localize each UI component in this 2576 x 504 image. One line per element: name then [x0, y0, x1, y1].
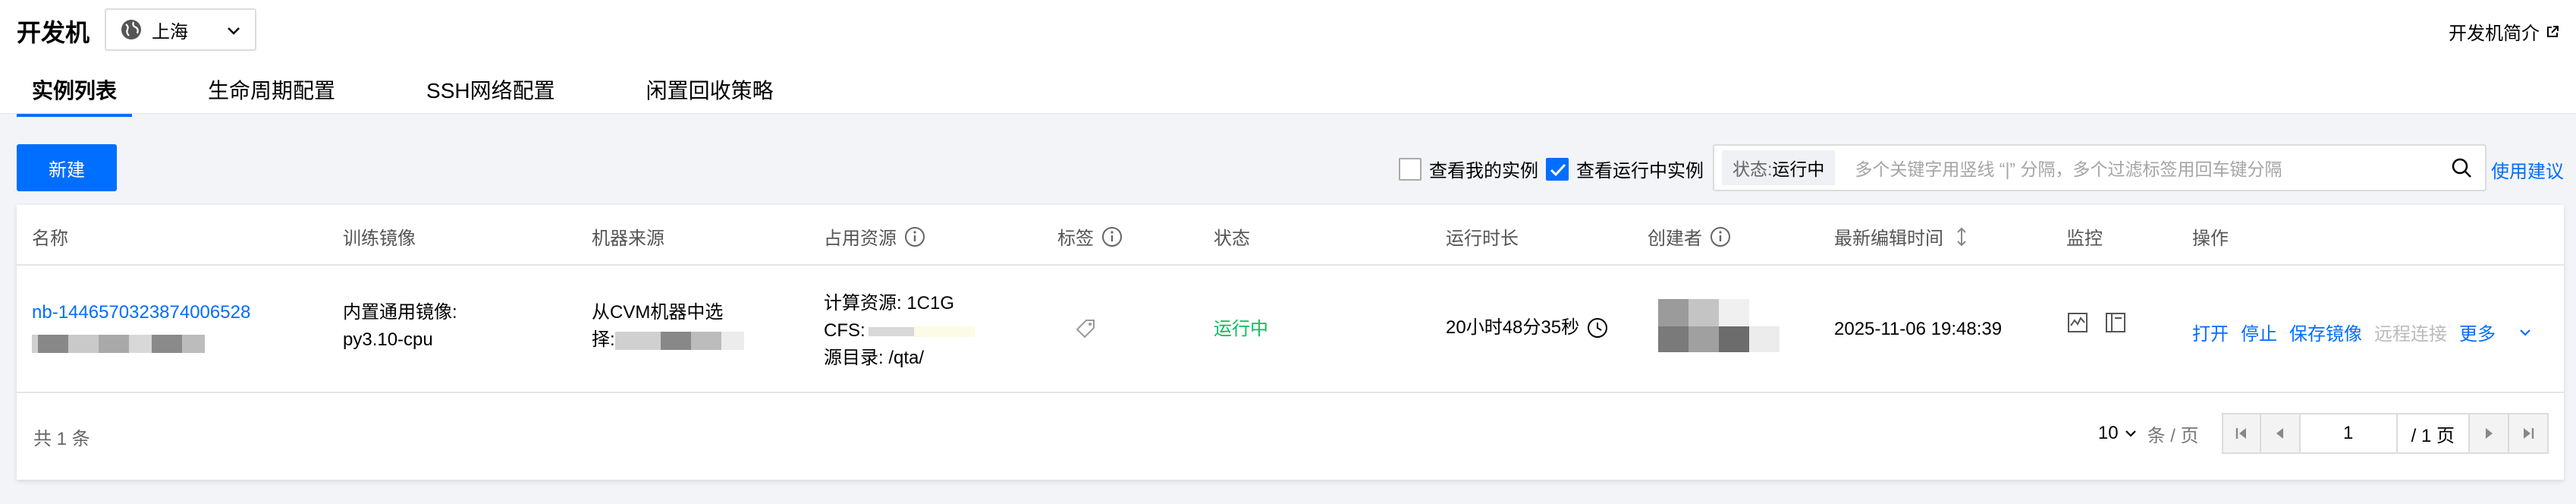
filter-tag-value: 运行中 — [1772, 159, 1825, 179]
first-page-button[interactable] — [2221, 413, 2261, 454]
column-header-monitor: 监控 — [2066, 228, 2103, 249]
column-header-status: 状态 — [1214, 228, 1250, 249]
page-size-unit: 条 / 页 — [2147, 425, 2199, 446]
instance-table: 名称 训练镜像 机器来源 占用资源 标签 状态 运行时长 创建者 最新编辑时间 … — [17, 205, 2564, 480]
toolbar: 新建 查看我的实例 查看运行中实例 状态: 运行中 多个关键字用竖线 “|” 分… — [17, 144, 2564, 191]
check-my-instances[interactable]: 查看我的实例 — [1399, 156, 1538, 182]
new-button[interactable]: 新建 — [17, 144, 117, 191]
remote-connect-action[interactable]: 远程连接 — [2374, 319, 2447, 345]
prev-page-icon — [2276, 428, 2283, 439]
column-header-source: 机器来源 — [592, 228, 664, 249]
tag-icon[interactable] — [1074, 317, 1097, 340]
intro-link[interactable]: 开发机简介 — [2449, 18, 2559, 45]
region-label: 上海 — [152, 21, 188, 43]
page-title: 开发机 — [17, 19, 90, 46]
info-icon[interactable] — [904, 226, 925, 247]
save-image-action[interactable]: 保存镜像 — [2289, 319, 2362, 345]
resource-cfs: CFS: — [824, 317, 975, 345]
table-header: 名称 训练镜像 机器来源 占用资源 标签 状态 运行时长 创建者 最新编辑时间 … — [17, 205, 2564, 266]
image-line2: py3.10-cpu — [343, 329, 433, 350]
next-page-icon — [2486, 428, 2493, 439]
stop-action[interactable]: 停止 — [2241, 319, 2277, 345]
external-link-icon — [2547, 25, 2559, 37]
chevron-down-icon — [2519, 329, 2530, 336]
check-running-instances[interactable]: 查看运行中实例 — [1546, 156, 1704, 182]
column-header-name: 名称 — [32, 228, 68, 249]
top-bar: 开发机 上海 开发机简介 实例列表 生命周期配置 SSH网络配置 闲置回收策略 — [0, 0, 2576, 117]
page-size-select[interactable]: 10 — [2098, 423, 2138, 444]
table-footer: 共 1 条 10 条 / 页 1 / 1 页 — [17, 393, 2564, 480]
page-total: / 1 页 — [2397, 413, 2470, 454]
filter-tag-key: 状态: — [1733, 159, 1773, 179]
column-header-duration: 运行时长 — [1446, 228, 1519, 249]
more-action-label: 更多 — [2459, 324, 2496, 345]
column-header-creator: 创建者 — [1648, 223, 1731, 250]
monitor-chart-icon[interactable] — [2066, 311, 2089, 334]
instance-name-link[interactable]: nb-1446570323874006528 — [32, 299, 250, 326]
tab-instance-list[interactable]: 实例列表 — [17, 74, 133, 117]
column-header-resources-label: 占用资源 — [824, 228, 897, 249]
table-row: nb-1446570323874006528 内置通用镜像: py3.10-cp… — [17, 266, 2564, 393]
creator-avatar-redacted — [1658, 299, 1787, 352]
tab-lifecycle-config[interactable]: 生命周期配置 — [193, 74, 350, 117]
tab-bar: 实例列表 生命周期配置 SSH网络配置 闲置回收策略 — [17, 74, 850, 117]
last-edited-time: 2025-11-06 19:48:39 — [1834, 319, 2003, 339]
column-header-tags: 标签 — [1057, 223, 1123, 250]
column-header-creator-label: 创建者 — [1648, 228, 1702, 249]
next-page-button[interactable] — [2470, 413, 2509, 454]
page-size-value: 10 — [2097, 423, 2119, 443]
resource-dir: 源目录: /qta/ — [824, 348, 925, 368]
instance-id-redacted — [32, 329, 205, 357]
info-icon[interactable] — [1710, 226, 1731, 247]
usage-tips-link[interactable]: 使用建议 — [2491, 156, 2564, 183]
pagination: 10 条 / 页 1 / 1 页 — [2098, 413, 2549, 454]
filter-tag-status[interactable]: 状态: 运行中 — [1722, 150, 1836, 185]
globe-icon — [121, 20, 141, 39]
check-icon — [1550, 163, 1566, 176]
check-my-instances-label: 查看我的实例 — [1429, 161, 1538, 181]
open-action[interactable]: 打开 — [2192, 319, 2229, 345]
image-line1: 内置通用镜像: — [343, 302, 457, 323]
clock-icon[interactable] — [1587, 317, 1608, 339]
prev-page-button[interactable] — [2260, 413, 2301, 454]
search-input[interactable]: 多个关键字用竖线 “|” 分隔，多个过滤标签用回车键分隔 — [1855, 155, 2450, 181]
row-actions: 打开 停止 保存镜像 远程连接 更多 — [2192, 319, 2545, 345]
source-line1: 从CVM机器中选 — [592, 302, 724, 323]
source-line2-label: 择: — [592, 329, 615, 350]
checkbox-checked[interactable] — [1546, 157, 1569, 181]
column-header-last-edited[interactable]: 最新编辑时间 — [1834, 223, 1971, 250]
status-badge: 运行中 — [1214, 319, 1268, 339]
column-header-image: 训练镜像 — [343, 228, 416, 249]
more-action[interactable]: 更多 — [2459, 319, 2533, 345]
intro-link-label: 开发机简介 — [2449, 24, 2540, 44]
resource-compute: 计算资源: 1C1G — [824, 293, 955, 313]
last-page-icon — [2524, 428, 2534, 439]
column-header-last-edited-label: 最新编辑时间 — [1834, 228, 1943, 249]
column-header-actions: 操作 — [2192, 228, 2229, 249]
chevron-down-icon — [2125, 430, 2136, 437]
run-duration: 20小时48分35秒 — [1446, 314, 1608, 342]
first-page-icon — [2235, 428, 2246, 439]
resource-cfs-label: CFS: — [824, 320, 865, 341]
check-running-instances-label: 查看运行中实例 — [1576, 161, 1704, 181]
checkbox[interactable] — [1399, 157, 1422, 181]
tab-ssh-network-config[interactable]: SSH网络配置 — [411, 74, 570, 117]
column-header-tags-label: 标签 — [1057, 228, 1094, 249]
log-panel-icon[interactable] — [2104, 311, 2127, 334]
total-count: 共 1 条 — [33, 429, 90, 449]
chevron-down-icon — [228, 27, 240, 35]
sort-icon[interactable] — [1952, 226, 1971, 247]
run-duration-value: 20小时48分35秒 — [1446, 317, 1580, 338]
search-box[interactable]: 状态: 运行中 多个关键字用竖线 “|” 分隔，多个过滤标签用回车键分隔 — [1713, 144, 2486, 191]
tab-idle-reclaim-policy[interactable]: 闲置回收策略 — [631, 74, 789, 117]
page-number-input[interactable]: 1 — [2300, 413, 2398, 454]
search-icon[interactable] — [2450, 156, 2473, 179]
info-icon[interactable] — [1101, 226, 1123, 247]
source-line2: 择: — [592, 326, 744, 354]
column-header-resources: 占用资源 — [824, 223, 925, 250]
last-page-button[interactable] — [2509, 413, 2549, 454]
region-select[interactable]: 上海 — [105, 8, 256, 51]
